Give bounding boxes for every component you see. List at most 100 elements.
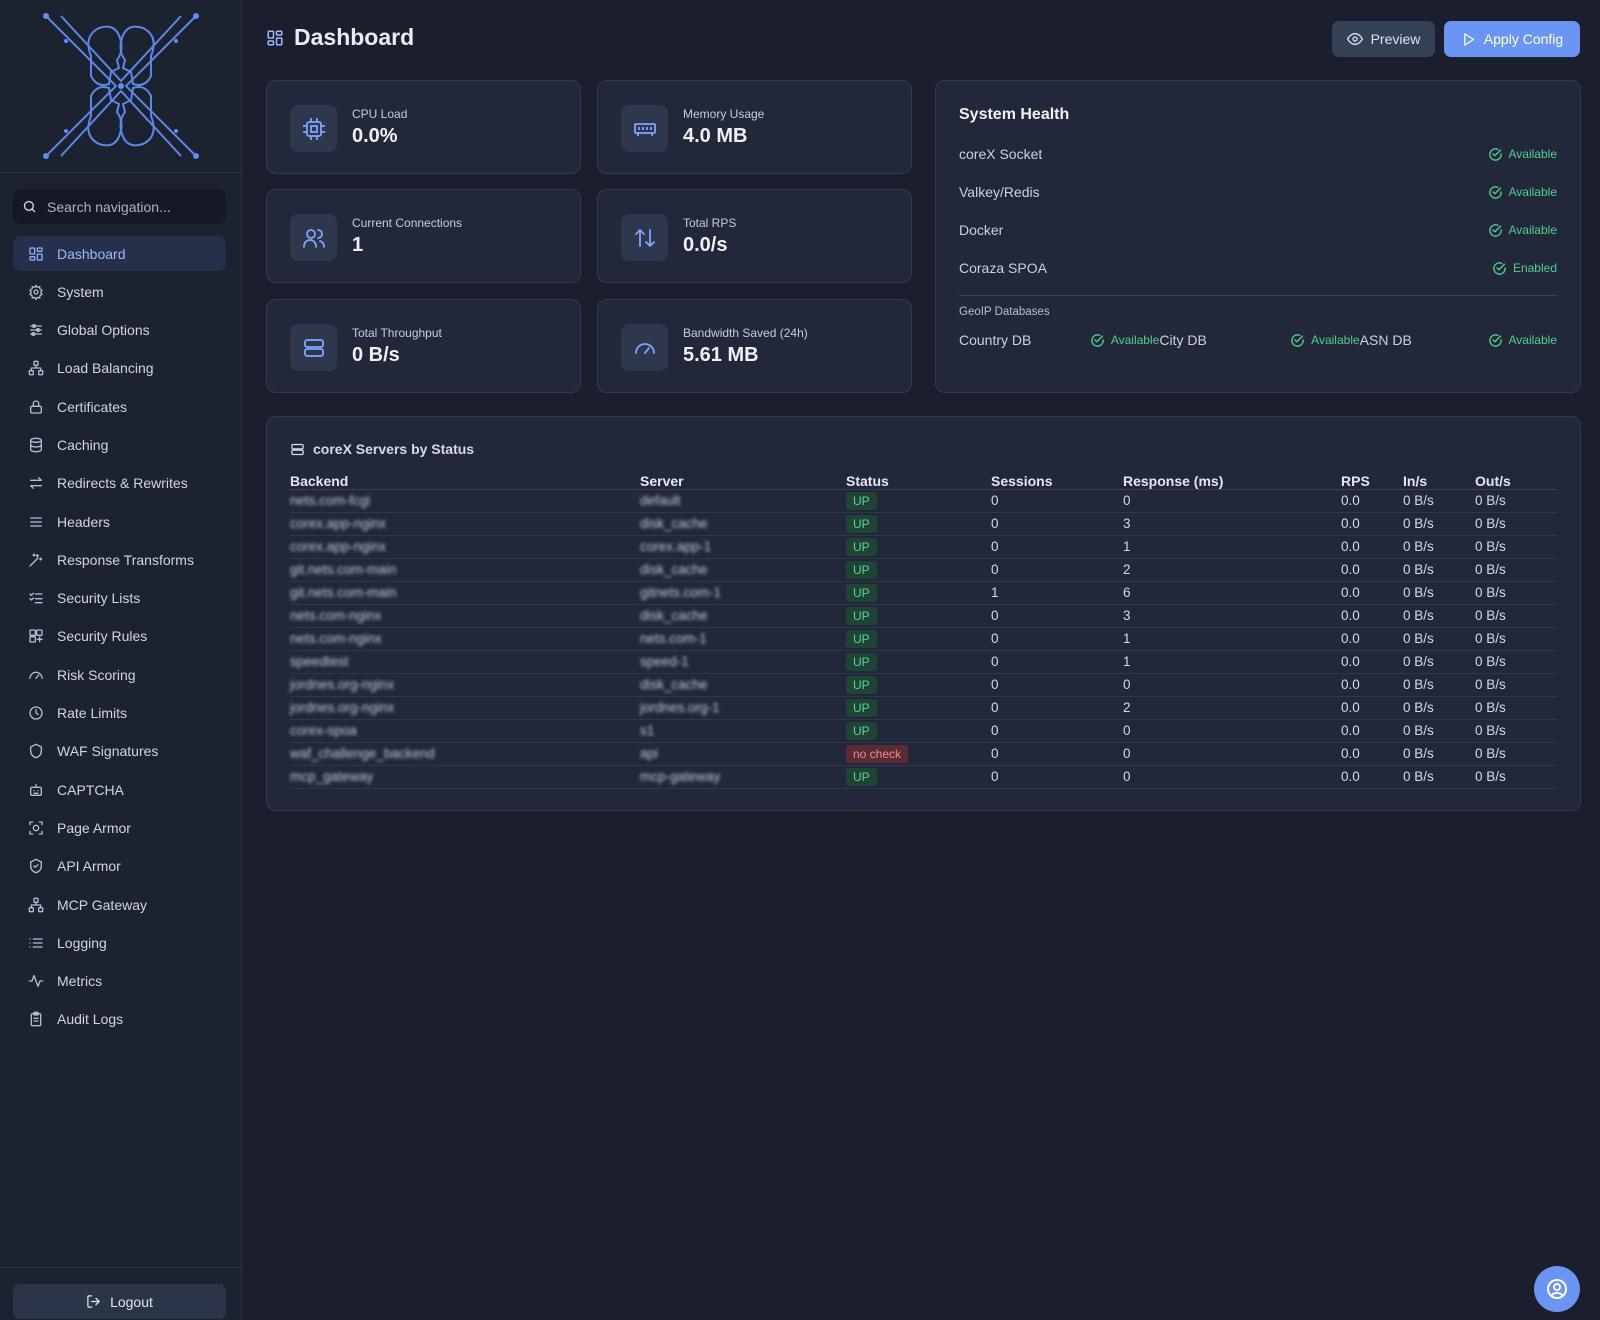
stat-card-bandwidth: Bandwidth Saved (24h) 5.61 MB (597, 299, 912, 393)
rps-cell: 0.0 (1341, 558, 1403, 582)
server-cell: nets.com-1 (640, 627, 846, 651)
out-cell: 0 B/s (1475, 581, 1557, 605)
server-cell: api (640, 742, 846, 766)
sidebar-item-page-armor[interactable]: Page Armor (13, 810, 226, 845)
server-name: disk_cache (640, 677, 708, 692)
column-header[interactable]: RPS (1341, 469, 1403, 490)
sidebar-item-security-rules[interactable]: Security Rules (13, 619, 226, 654)
status-cell: UP (846, 650, 991, 674)
sidebar-item-metrics[interactable]: Metrics (13, 964, 226, 999)
sidebar-item-label: Security Lists (57, 590, 141, 607)
sidebar-item-label: Page Armor (57, 819, 131, 836)
table-row[interactable]: jordnes.org-nginx disk_cache UP 0 0 0.0 0 B/s 0… (290, 673, 1557, 697)
column-header[interactable]: Backend (290, 469, 640, 490)
database-icon (30, 437, 42, 453)
sessions-cell: 1 (991, 581, 1123, 605)
backend-name: mcp_gateway (290, 769, 374, 784)
out-cell: 0 B/s (1475, 742, 1557, 766)
backend-cell: nets.com-nginx (290, 604, 640, 628)
table-row[interactable]: nets.com-fcgi default UP 0 0 0.0 0 B/s 0 B/s (290, 489, 1557, 513)
servers-table: Backend Server Status Sessions Response (ms)… (290, 469, 1557, 789)
rps-cell: 0.0 (1341, 535, 1403, 559)
in-cell: 0 B/s (1403, 604, 1475, 628)
table-row[interactable]: nets.com-nginx disk_cache UP 0 3 0.0 0 B/s 0 B/… (290, 604, 1557, 628)
table-row[interactable]: speedtest speed-1 UP 0 1 0.0 0 B/s 0 B/s (290, 650, 1557, 674)
column-header[interactable]: Server (640, 469, 846, 490)
column-header[interactable]: Sessions (991, 469, 1123, 490)
play-icon (1463, 32, 1474, 46)
check-circle-icon (1488, 333, 1502, 347)
rps-cell: 0.0 (1341, 696, 1403, 720)
stat-label: Bandwidth Saved (24h) (683, 326, 808, 340)
sidebar-item-headers[interactable]: Headers (13, 504, 226, 539)
apply-config-button[interactable]: Apply Config (1444, 21, 1580, 57)
preview-button[interactable]: Preview (1332, 21, 1435, 57)
sessions-cell: 0 (991, 719, 1123, 743)
geoip-status-text: Available (1508, 333, 1557, 347)
rps-cell: 0.0 (1341, 581, 1403, 605)
sidebar-item-api-armor[interactable]: API Armor (13, 849, 226, 884)
stat-label: Total Throughput (352, 326, 442, 340)
sidebar-item-dashboard[interactable]: Dashboard (13, 236, 226, 271)
stat-card-connections: Current Connections 1 (266, 189, 581, 283)
help-button[interactable] (1534, 1266, 1580, 1312)
sidebar-item-caching[interactable]: Caching (13, 427, 226, 462)
table-row[interactable]: waf_challenge_backend api no check 0 0 0.0 0 B… (290, 742, 1557, 766)
sidebar-item-label: Certificates (57, 398, 128, 415)
sidebar-item-waf-signatures[interactable]: WAF Signatures (13, 734, 226, 769)
sidebar-item-certificates[interactable]: Certificates (13, 389, 226, 424)
sidebar-item-label: MCP Gateway (57, 896, 147, 913)
geoip-item-city-db: City DB Available (1159, 332, 1359, 348)
sidebar-item-response-transforms[interactable]: Response Transforms (13, 542, 226, 577)
sidebar-item-security-lists[interactable]: Security Lists (13, 581, 226, 616)
table-row[interactable]: jordnes.org-nginx jordnes.org-1 UP 0 2 0.0 0 B… (290, 696, 1557, 720)
table-row[interactable]: nets.com-nginx nets.com-1 UP 0 1 0.0 0 B/s 0 B/… (290, 627, 1557, 651)
table-row[interactable]: git.nets.com-main disk_cache UP 0 2 0.0 0 B/s 0… (290, 558, 1557, 582)
sidebar-item-system[interactable]: System (13, 274, 226, 309)
status-badge: UP (846, 698, 877, 717)
check-circle-icon (1488, 223, 1502, 237)
sidebar-item-captcha[interactable]: CAPTCHA (13, 772, 226, 807)
page-title-text: Dashboard (294, 24, 415, 50)
sidebar: Dashboard System Global Options Load Balanc… (0, 0, 242, 1320)
corex-logo[interactable] (36, 11, 206, 161)
health-row-docker: Docker Available (959, 220, 1557, 240)
sidebar-item-load-balancing[interactable]: Load Balancing (13, 351, 226, 386)
gauge-icon-box (621, 324, 668, 371)
backend-name: jordnes.org-nginx (290, 700, 395, 715)
column-header[interactable]: Response (ms) (1123, 469, 1341, 490)
table-row[interactable]: corex.app-nginx corex.app-1 UP 0 1 0.0 0 B/s 0 … (290, 535, 1557, 559)
server-cell: disk_cache (640, 604, 846, 628)
robot-icon (30, 783, 42, 796)
table-row[interactable]: git.nets.com-main gitnets.com-1 UP 1 6 0.0 0 B… (290, 581, 1557, 605)
out-cell: 0 B/s (1475, 512, 1557, 536)
sidebar-nav: Dashboard System Global Options Load Balanc… (13, 236, 226, 1040)
sidebar-item-audit-logs[interactable]: Audit Logs (13, 1002, 226, 1037)
logout-icon (87, 1295, 100, 1308)
sessions-cell: 0 (991, 650, 1123, 674)
sidebar-item-global-options[interactable]: Global Options (13, 313, 226, 348)
sidebar-item-mcp-gateway[interactable]: MCP Gateway (13, 887, 226, 922)
transfer-icon-box (621, 214, 668, 261)
backend-name: corex-spoa (290, 723, 357, 738)
table-row[interactable]: corex-spoa s1 UP 0 0 0.0 0 B/s 0 B/s (290, 719, 1557, 743)
search-input[interactable] (47, 198, 217, 215)
sidebar-item-rate-limits[interactable]: Rate Limits (13, 696, 226, 731)
rps-cell: 0.0 (1341, 512, 1403, 536)
column-header[interactable]: Status (846, 469, 991, 490)
column-header[interactable]: Out/s (1475, 469, 1557, 490)
grid-icon (267, 30, 283, 45)
health-item-name: coreX Socket (959, 146, 1043, 162)
backend-name: nets.com-nginx (290, 631, 382, 646)
gear-icon (29, 284, 43, 300)
column-header[interactable]: In/s (1403, 469, 1475, 490)
sidebar-item-label: Audit Logs (57, 1011, 124, 1028)
table-row[interactable]: corex.app-nginx disk_cache UP 0 3 0.0 0 B/s 0 B… (290, 512, 1557, 536)
logout-button[interactable]: Logout (13, 1284, 226, 1319)
server-name: mcp-gateway (640, 769, 721, 784)
geoip-status: Available (1090, 333, 1159, 348)
sidebar-item-risk-scoring[interactable]: Risk Scoring (13, 657, 226, 692)
table-row[interactable]: mcp_gateway mcp-gateway UP 0 0 0.0 0 B/s 0 B/s (290, 765, 1557, 789)
sidebar-item-redirects-rewrites[interactable]: Redirects & Rewrites (13, 466, 226, 501)
sidebar-item-logging[interactable]: Logging (13, 925, 226, 960)
